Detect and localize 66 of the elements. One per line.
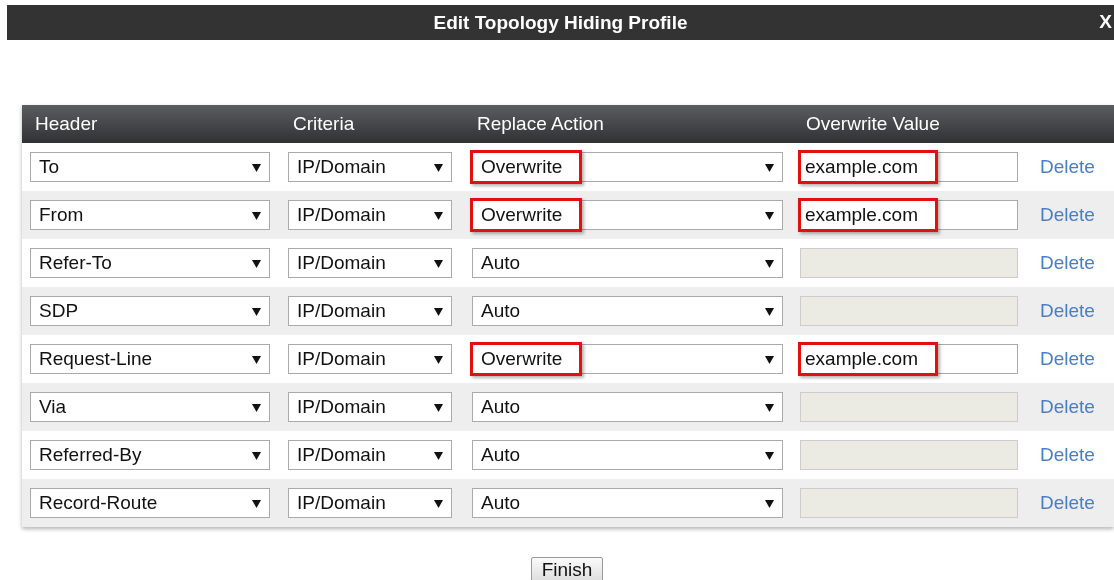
overwrite-value-field[interactable]: example.com [800,344,1018,374]
criteria-dropdown[interactable]: IP/Domain [288,392,452,422]
overwrite-value-field[interactable]: example.com [800,200,1018,230]
header-dropdown[interactable]: Referred-By [30,440,270,470]
header-dropdown[interactable]: SDP [30,296,270,326]
caret-icon [434,258,443,268]
column-header: Criteria [293,113,356,135]
caret-icon [434,210,443,220]
caret-icon [765,258,774,268]
delete-link[interactable]: Delete [1040,156,1095,178]
caret-icon [252,162,261,172]
caret-icon [765,210,774,220]
column-header: Header [35,113,99,135]
header-dropdown[interactable]: Via [30,392,270,422]
caret-icon [252,210,261,220]
caret-icon [765,162,774,172]
caret-icon [252,402,261,412]
criteria-dropdown[interactable]: IP/Domain [288,152,452,182]
caret-icon [434,306,443,316]
replace-action-dropdown[interactable]: Auto [472,392,783,422]
caret-icon [252,498,261,508]
delete-link[interactable]: Delete [1040,300,1095,322]
replace-action-dropdown[interactable]: Auto [472,248,783,278]
replace-action-dropdown[interactable]: Auto [472,488,783,518]
replace-action-dropdown[interactable]: Auto [472,296,783,326]
caret-icon [252,258,261,268]
caret-icon [434,162,443,172]
replace-action-dropdown[interactable]: Auto [472,440,783,470]
criteria-dropdown[interactable]: IP/Domain [288,296,452,326]
caret-icon [434,402,443,412]
caret-icon [765,354,774,364]
criteria-dropdown[interactable]: IP/Domain [288,200,452,230]
caret-icon [252,306,261,316]
delete-link[interactable]: Delete [1040,348,1095,370]
caret-icon [434,498,443,508]
caret-icon [765,450,774,460]
column-header: Replace Action [477,113,605,135]
replace-action-dropdown[interactable]: Overwrite [472,344,783,374]
dialog-title: Edit Topology Hiding Profile [433,11,688,34]
caret-icon [434,354,443,364]
caret-icon [765,402,774,412]
criteria-dropdown[interactable]: IP/Domain [288,488,452,518]
replace-action-dropdown[interactable]: Overwrite [472,152,783,182]
delete-link[interactable]: Delete [1040,204,1095,226]
finish-button[interactable]: Finish [530,557,604,580]
header-dropdown[interactable]: From [30,200,270,230]
delete-link[interactable]: Delete [1040,492,1095,514]
header-dropdown[interactable]: To [30,152,270,182]
criteria-dropdown[interactable]: IP/Domain [288,440,452,470]
caret-icon [765,306,774,316]
caret-icon [765,498,774,508]
delete-link[interactable]: Delete [1040,252,1095,274]
overwrite-value-field[interactable]: example.com [800,152,1018,182]
caret-icon [252,354,261,364]
delete-link[interactable]: Delete [1040,396,1095,418]
header-dropdown[interactable]: Refer-To [30,248,270,278]
caret-icon [252,450,261,460]
replace-action-dropdown[interactable]: Overwrite [472,200,783,230]
delete-link[interactable]: Delete [1040,444,1095,466]
criteria-dropdown[interactable]: IP/Domain [288,344,452,374]
column-header: Overwrite Value [806,113,940,135]
header-dropdown[interactable]: Record-Route [30,488,270,518]
close-button[interactable]: X [1099,11,1112,33]
header-dropdown[interactable]: Request-Line [30,344,270,374]
caret-icon [434,450,443,460]
criteria-dropdown[interactable]: IP/Domain [288,248,452,278]
